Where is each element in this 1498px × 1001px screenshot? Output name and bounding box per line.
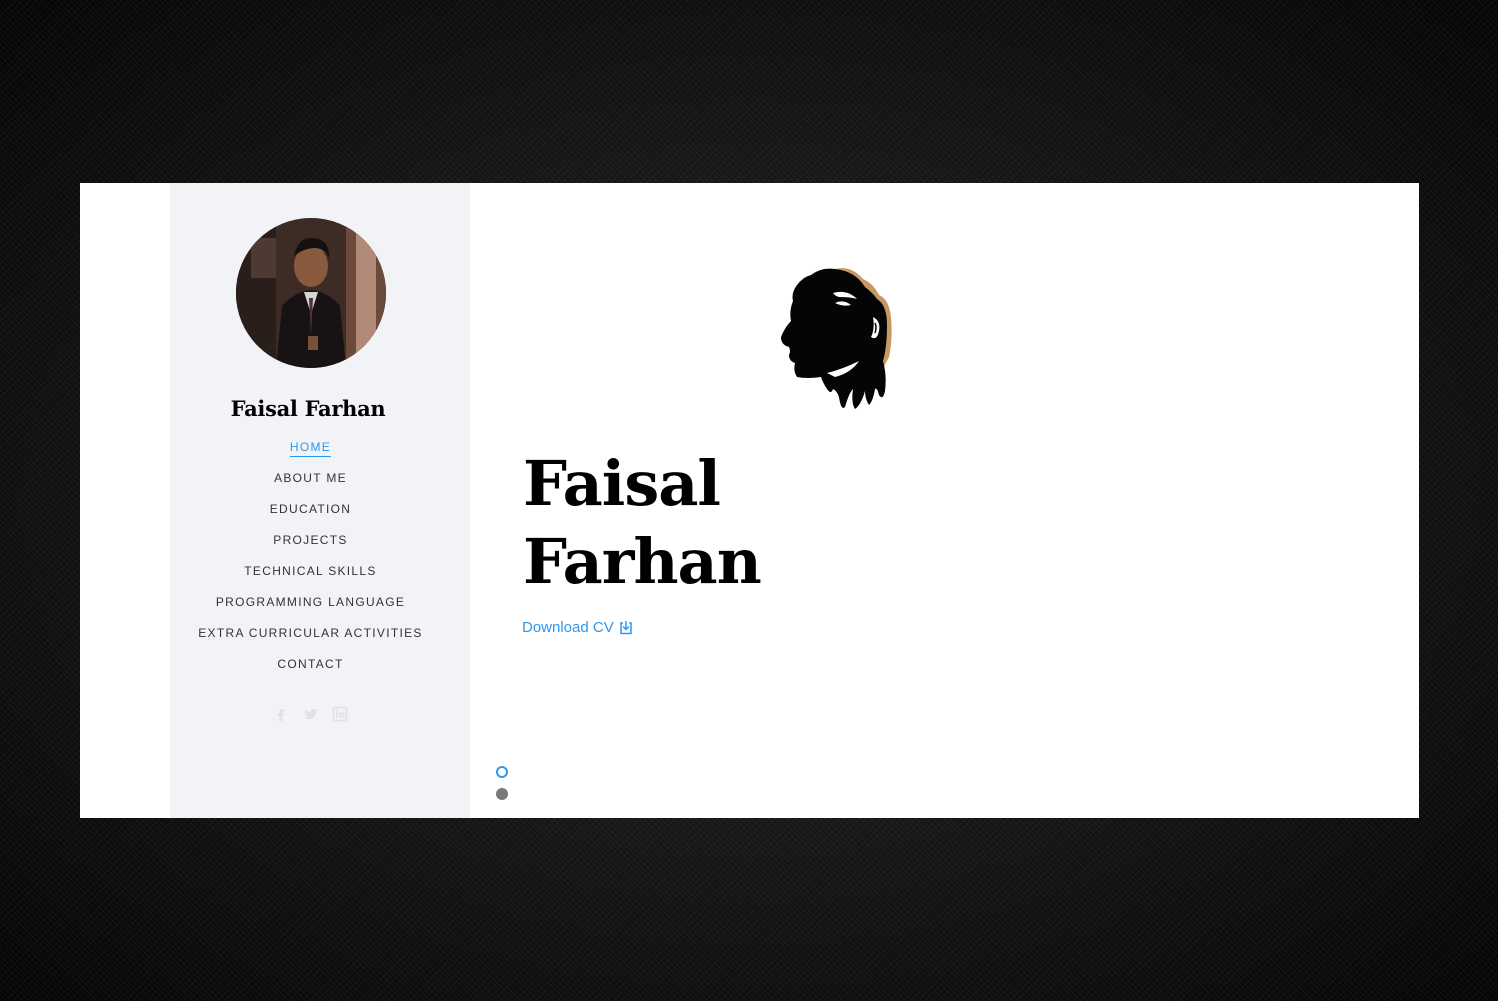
- hero-title-last-name: Farhan: [523, 525, 762, 598]
- nav-link-projects[interactable]: PROJECTS: [273, 533, 347, 549]
- main-nav: HOME ABOUT ME EDUCATION PROJECTS TECHNIC…: [170, 436, 451, 684]
- website-frame: Faisal Farhan HOME ABOUT ME EDUCATION PR…: [80, 183, 1419, 818]
- nav-link-technical-skills[interactable]: TECHNICAL SKILLS: [244, 564, 376, 580]
- nav-link-education[interactable]: EDUCATION: [270, 502, 351, 518]
- nav-link-extra-curricular-activities[interactable]: EXTRA CURRICULAR ACTIVITIES: [198, 626, 422, 642]
- nav-item-projects: PROJECTS: [170, 529, 451, 560]
- slider-pagination: [496, 766, 508, 810]
- hero-title-first-name: Faisal: [523, 447, 721, 520]
- linkedin-icon[interactable]: [332, 706, 348, 722]
- download-icon: [619, 620, 633, 635]
- nav-item-technical-skills: TECHNICAL SKILLS: [170, 560, 451, 591]
- nav-item-about: ABOUT ME: [170, 467, 451, 498]
- sidebar-name: Faisal Farhan: [230, 396, 386, 421]
- nav-link-programming-language[interactable]: PROGRAMMING LANGUAGE: [216, 595, 405, 611]
- slider-dot-1[interactable]: [496, 766, 508, 778]
- nav-item-contact: CONTACT: [170, 653, 451, 684]
- nav-item-home: HOME: [170, 436, 451, 467]
- nav-link-home[interactable]: HOME: [289, 440, 332, 457]
- download-cv-button[interactable]: Download CV: [522, 619, 633, 636]
- nav-item-extra-curricular: EXTRA CURRICULAR ACTIVITIES: [170, 622, 451, 653]
- slider-dot-2[interactable]: [496, 788, 508, 800]
- facebook-icon[interactable]: [273, 706, 289, 722]
- face-silhouette-illustration: [777, 265, 901, 417]
- profile-avatar: [236, 218, 386, 368]
- hero-title: Faisal Farhan: [523, 445, 762, 601]
- download-cv-label: Download CV: [522, 619, 614, 636]
- social-links: [170, 706, 451, 726]
- twitter-icon[interactable]: [303, 706, 319, 722]
- hero-section: Faisal Farhan Download CV: [470, 183, 1419, 818]
- sidebar: Faisal Farhan HOME ABOUT ME EDUCATION PR…: [170, 183, 470, 818]
- nav-link-contact[interactable]: CONTACT: [277, 657, 343, 673]
- nav-item-programming-language: PROGRAMMING LANGUAGE: [170, 591, 451, 622]
- nav-link-about-me[interactable]: ABOUT ME: [274, 471, 347, 487]
- nav-item-education: EDUCATION: [170, 498, 451, 529]
